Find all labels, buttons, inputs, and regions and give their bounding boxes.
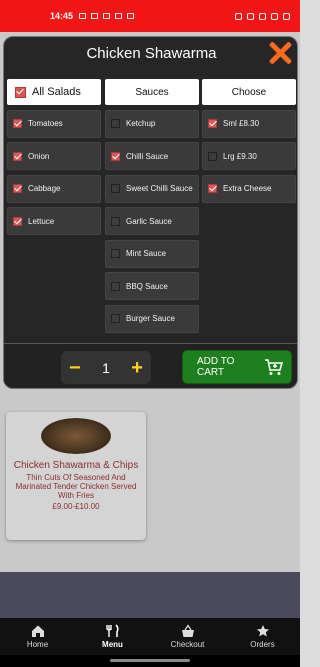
checkbox-icon[interactable] — [208, 119, 217, 128]
all-salads-label: All Salads — [32, 86, 81, 98]
option-label: Cabbage — [28, 184, 61, 193]
notification-icon — [79, 13, 87, 19]
close-icon[interactable] — [267, 40, 293, 66]
home-icon — [31, 625, 44, 637]
all-salads-toggle[interactable]: All Salads — [7, 79, 101, 105]
product-options-modal: Chicken Shawarma All Salads Tomatoes Oni… — [3, 36, 298, 389]
checkbox-icon[interactable] — [111, 314, 120, 323]
option-onion[interactable]: Onion — [7, 142, 101, 170]
add-to-cart-button[interactable]: ADD TO CART — [182, 350, 292, 384]
product-image — [41, 418, 111, 454]
option-label: Onion — [28, 151, 50, 161]
option-label: Burger Sauce — [126, 314, 175, 323]
checkbox-icon[interactable] — [111, 281, 120, 291]
mail-icon — [91, 13, 99, 19]
status-time: 14:45 — [50, 11, 74, 21]
status-indicators — [235, 12, 290, 20]
choose-header[interactable]: Choose — [202, 79, 296, 105]
checkbox-icon[interactable] — [15, 86, 26, 98]
checkbox-icon[interactable] — [208, 151, 217, 161]
option-label: Sml £8.30 — [223, 119, 260, 128]
cutlery-icon — [105, 624, 119, 637]
wifi-icon — [259, 12, 266, 20]
nav-orders[interactable]: Orders — [225, 618, 300, 655]
modal-title: Chicken Shawarma — [86, 45, 217, 62]
add-to-cart-label: ADD TO CART — [197, 356, 235, 378]
minus-icon[interactable]: − — [69, 358, 81, 378]
star-icon — [256, 625, 269, 637]
checkbox-icon[interactable] — [111, 151, 120, 161]
option-label: Lrg £9.30 — [223, 151, 257, 161]
bottom-nav: Home Menu Checkout Orders — [0, 618, 300, 655]
option-label: Mint Sauce — [126, 249, 167, 258]
nav-checkout[interactable]: Checkout — [150, 618, 225, 655]
mute-icon — [247, 12, 254, 20]
checkbox-icon[interactable] — [111, 119, 120, 128]
quantity-stepper: − 1 + — [61, 351, 151, 384]
option-ketchup[interactable]: Ketchup — [105, 109, 199, 138]
option-label: Tomatoes — [28, 119, 63, 128]
gesture-bar[interactable] — [0, 655, 300, 667]
mail-icon — [103, 13, 111, 19]
option-chilli-sauce[interactable]: Chilli Sauce — [105, 142, 199, 170]
option-large[interactable]: Lrg £9.30 — [202, 142, 296, 170]
nav-menu[interactable]: Menu — [75, 618, 150, 655]
nav-home[interactable]: Home — [0, 618, 75, 655]
cart-icon — [265, 359, 284, 375]
product-card[interactable]: Chicken Shawarma & Chips Thin Cuts Of Se… — [6, 412, 146, 540]
option-tomatoes[interactable]: Tomatoes — [7, 109, 101, 138]
option-burger-sauce[interactable]: Burger Sauce — [105, 304, 199, 333]
checkbox-icon[interactable] — [13, 119, 22, 128]
product-title: Chicken Shawarma & Chips — [13, 460, 139, 471]
product-price: £9.00-£10.00 — [52, 502, 100, 511]
modal-footer: − 1 + ADD TO CART — [4, 343, 297, 388]
image-icon — [127, 13, 135, 19]
checkbox-icon[interactable] — [13, 151, 22, 161]
option-cabbage[interactable]: Cabbage — [7, 174, 101, 203]
nav-label: Checkout — [170, 640, 205, 649]
status-bar: 14:45 — [0, 0, 300, 32]
checkbox-icon[interactable] — [111, 184, 120, 193]
nav-label: Home — [26, 640, 49, 649]
option-label: Sweet Chilli Sauce — [126, 184, 193, 193]
signal-icon — [271, 12, 278, 20]
basket-icon — [181, 624, 194, 637]
option-label: Garlic Sauce — [126, 216, 172, 226]
plus-icon[interactable]: + — [131, 358, 143, 378]
option-small[interactable]: Sml £8.30 — [202, 109, 296, 138]
quantity-value: 1 — [102, 359, 110, 376]
sauces-column: Sauces Ketchup Chilli Sauce Sweet Chilli… — [105, 79, 199, 333]
checkbox-icon[interactable] — [13, 216, 22, 226]
option-label: Extra Cheese — [223, 184, 272, 193]
product-description: Thin Cuts Of Seasoned And Marinated Tend… — [15, 473, 137, 500]
choose-column: Choose Sml £8.30 Lrg £9.30 Extra Cheese — [202, 79, 296, 203]
nav-label: Menu — [102, 640, 123, 649]
checkbox-icon[interactable] — [111, 249, 120, 258]
option-label: Ketchup — [126, 119, 156, 128]
salads-column: All Salads Tomatoes Onion Cabbage Lettuc… — [7, 79, 101, 235]
option-lettuce[interactable]: Lettuce — [7, 207, 101, 235]
page-footer-band — [0, 572, 300, 622]
option-extra-cheese[interactable]: Extra Cheese — [202, 174, 296, 203]
battery-icon — [283, 12, 290, 20]
option-bbq-sauce[interactable]: BBQ Sauce — [105, 272, 199, 300]
option-sweet-chilli-sauce[interactable]: Sweet Chilli Sauce — [105, 174, 199, 203]
option-label: Lettuce — [28, 216, 55, 226]
checkbox-icon[interactable] — [208, 184, 217, 193]
checkbox-icon[interactable] — [13, 184, 22, 193]
option-label: Chilli Sauce — [126, 151, 169, 161]
nfc-icon — [235, 12, 242, 20]
settings-icon — [115, 13, 123, 19]
option-garlic-sauce[interactable]: Garlic Sauce — [105, 207, 199, 235]
option-mint-sauce[interactable]: Mint Sauce — [105, 239, 199, 268]
nav-label: Orders — [250, 640, 275, 649]
option-label: BBQ Sauce — [126, 281, 168, 291]
sauces-header[interactable]: Sauces — [105, 79, 199, 105]
checkbox-icon[interactable] — [111, 216, 120, 226]
